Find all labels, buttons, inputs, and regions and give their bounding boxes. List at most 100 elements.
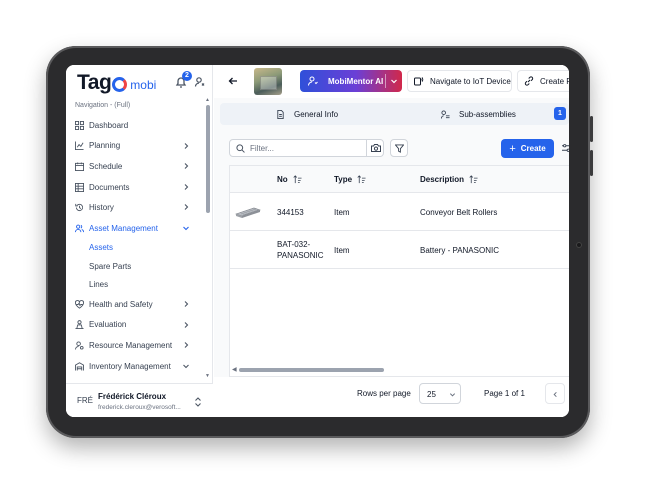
- pagination: Rows per page 25 Page 1 of 1: [214, 377, 569, 417]
- navigate-iot-button[interactable]: Navigate to IoT Device: [407, 70, 512, 92]
- rows-per-page-select[interactable]: 25: [419, 383, 461, 404]
- scroll-thumb[interactable]: [206, 105, 210, 213]
- create-button[interactable]: + Create: [501, 139, 554, 158]
- table-row[interactable]: BAT-032- PANASONIC Item Battery - PANASO…: [230, 231, 569, 269]
- user-switch-icon[interactable]: [194, 76, 206, 88]
- camera: [576, 242, 582, 248]
- tab-sub-assemblies[interactable]: Sub-assemblies: [441, 103, 516, 125]
- filter-field[interactable]: [229, 139, 384, 157]
- sidebar-item-label: Resource Management: [89, 341, 173, 351]
- logo[interactable]: Tag mobi: [77, 69, 156, 95]
- sidebar-item-schedule[interactable]: Schedule: [66, 156, 206, 177]
- sidebar-subitem-lines[interactable]: Lines: [66, 276, 206, 295]
- sidebar-item-resource-management[interactable]: Resource Management: [66, 335, 206, 356]
- ai-user-icon: [308, 76, 318, 86]
- sidebar: Tag mobi 2 Navigation - (Full) Dashboard…: [66, 65, 213, 417]
- chevron-down-icon: [183, 364, 189, 369]
- top-bar: MobiMentor AI Navigate to IoT Device Cre…: [214, 65, 569, 98]
- table-horizontal-scrollbar[interactable]: ◀: [230, 365, 569, 375]
- sidebar-item-inventory-management[interactable]: Inventory Management: [66, 356, 206, 377]
- chevron-left-icon: [553, 391, 557, 398]
- filter-button[interactable]: [390, 139, 408, 157]
- nav-caption: Navigation - (Full): [75, 102, 131, 109]
- chevron-right-icon: [184, 142, 189, 149]
- sidebar-item-asset-management[interactable]: Asset Management: [66, 218, 206, 239]
- camera-scan-button[interactable]: [366, 140, 384, 156]
- button-divider: [385, 74, 386, 88]
- main-content: MobiMentor AI Navigate to IoT Device Cre…: [214, 65, 569, 417]
- cell-type: Item: [334, 246, 350, 255]
- sidebar-nav: Dashboard Planning Schedule Documents Hi…: [66, 115, 206, 376]
- chevron-up-down-icon[interactable]: [194, 397, 202, 407]
- sub-assemblies-icon: [441, 109, 450, 119]
- chevron-right-icon: [184, 342, 189, 349]
- tab-bar: General Info Sub-assemblies 1: [220, 103, 569, 125]
- scroll-thumb[interactable]: [239, 368, 384, 372]
- user-profile[interactable]: FRÉ Frédérick Cléroux frederick.cleroux@…: [66, 383, 213, 417]
- sidebar-item-dashboard[interactable]: Dashboard: [66, 115, 206, 136]
- sidebar-item-health-and-safety[interactable]: Health and Safety: [66, 294, 206, 315]
- sidebar-item-history[interactable]: History: [66, 197, 206, 218]
- user-name: Frédérick Cléroux: [98, 392, 167, 401]
- sidebar-item-label: Health and Safety: [89, 299, 153, 309]
- back-arrow-icon[interactable]: [227, 75, 239, 87]
- ai-button-label: MobiMentor AI: [328, 76, 384, 86]
- sidebar-item-evaluation[interactable]: Evaluation: [66, 315, 206, 336]
- volume-button: [590, 150, 593, 176]
- filter-input[interactable]: [250, 142, 368, 155]
- evaluation-icon: [75, 320, 84, 330]
- sidebar-subitem-spare-parts[interactable]: Spare Parts: [66, 257, 206, 276]
- app-screen: Tag mobi 2 Navigation - (Full) Dashboard…: [66, 65, 569, 417]
- column-header-description[interactable]: Description: [420, 175, 478, 184]
- scroll-down-icon[interactable]: ▼: [205, 373, 210, 379]
- sort-icon[interactable]: [357, 175, 366, 184]
- rows-per-page-value: 25: [427, 390, 436, 399]
- previous-page-button[interactable]: [545, 383, 565, 404]
- conveyor-roller-image: [235, 207, 261, 218]
- sidebar-item-planning[interactable]: Planning: [66, 136, 206, 157]
- sidebar-item-label: Documents: [89, 182, 130, 192]
- table-header: No Type Description: [230, 166, 569, 193]
- logo-mark-icon: [112, 77, 128, 92]
- sidebar-scrollbar[interactable]: ▲ ▼: [205, 97, 210, 381]
- sort-icon[interactable]: [293, 175, 302, 184]
- scroll-left-icon[interactable]: ◀: [232, 366, 237, 373]
- heart-icon: [75, 299, 84, 309]
- chevron-down-icon[interactable]: [390, 77, 398, 85]
- cell-no: 344153: [277, 208, 304, 217]
- scroll-up-icon[interactable]: ▲: [205, 97, 210, 103]
- mobimentor-ai-button[interactable]: MobiMentor AI: [300, 70, 402, 92]
- warehouse-icon: [75, 361, 84, 371]
- create-report-label: Create Re: [540, 76, 569, 86]
- table-row[interactable]: 344153 Item Conveyor Belt Rollers: [230, 193, 569, 231]
- cell-type: Item: [334, 208, 350, 217]
- cell-description: Battery - PANASONIC: [420, 246, 499, 255]
- tab-general-info[interactable]: General Info: [276, 103, 338, 125]
- sidebar-item-documents[interactable]: Documents: [66, 177, 206, 198]
- sidebar-item-label: Dashboard: [89, 120, 129, 130]
- sidebar-item-label: Evaluation: [89, 320, 127, 330]
- cell-description: Conveyor Belt Rollers: [420, 208, 498, 217]
- asset-thumbnail[interactable]: [254, 68, 282, 95]
- chevron-right-icon: [184, 183, 189, 190]
- column-header-type[interactable]: Type: [334, 175, 366, 184]
- subassemblies-table: No Type Description 344153 Item Conveyor…: [229, 165, 569, 377]
- sidebar-item-label: History: [89, 203, 114, 213]
- calendar-icon: [75, 162, 84, 171]
- sort-icon[interactable]: [469, 175, 478, 184]
- sidebar-item-label: Asset Management: [89, 223, 158, 233]
- column-settings-icon[interactable]: [562, 143, 569, 153]
- column-header-label: No: [277, 175, 288, 184]
- sidebar-item-label: Lines: [89, 280, 109, 290]
- logo-sub: mobi: [130, 78, 157, 92]
- logo-text: Tag: [77, 71, 112, 94]
- tab-label: General Info: [294, 109, 339, 119]
- sidebar-item-label: Spare Parts: [89, 261, 132, 271]
- users-icon: [75, 224, 84, 232]
- create-report-button[interactable]: Create Re: [517, 70, 569, 92]
- column-header-label: Type: [334, 175, 353, 184]
- sidebar-item-label: Planning: [89, 141, 121, 151]
- sidebar-subitem-assets[interactable]: Assets: [66, 239, 206, 258]
- chevron-down-icon: [449, 393, 456, 397]
- column-header-no[interactable]: No: [277, 175, 302, 184]
